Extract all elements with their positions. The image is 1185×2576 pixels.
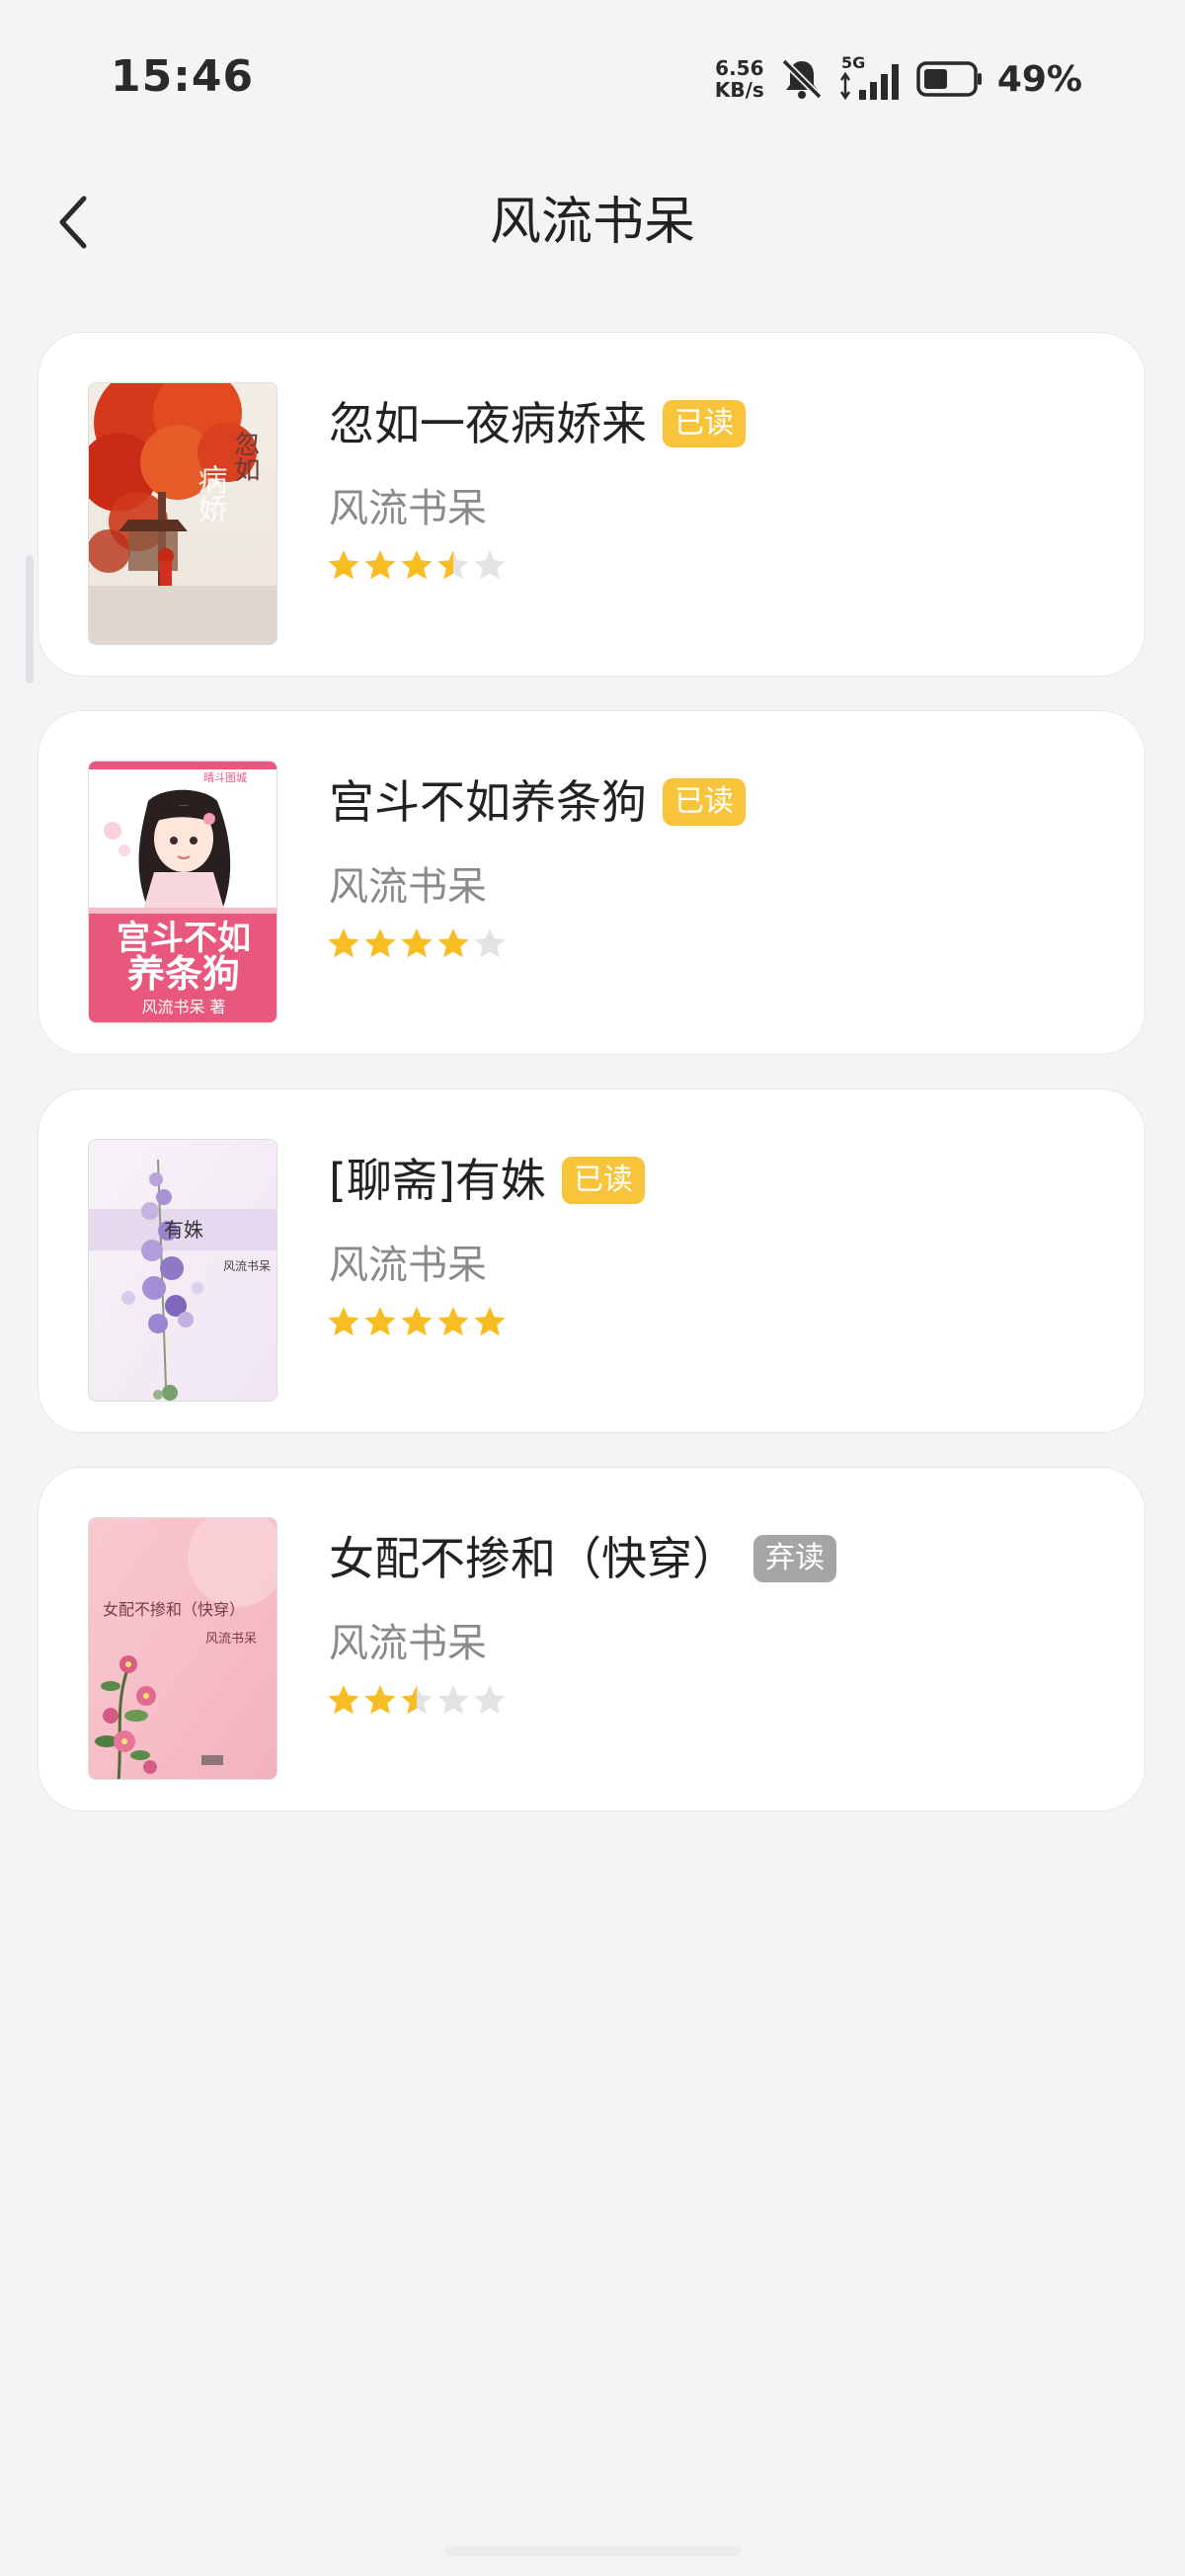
network-type-label: 5G	[841, 54, 865, 72]
book-author: 风流书呆	[329, 1243, 487, 1288]
header: 风流书呆	[0, 168, 1185, 277]
star-filled-icon	[400, 926, 434, 960]
star-filled-icon	[400, 1305, 434, 1338]
book-card[interactable]: 女配不掺和（快穿） 风流书呆 女配不掺和（快穿） 弃读 风流书呆	[38, 1467, 1146, 1811]
star-filled-icon	[327, 1683, 360, 1717]
book-title-row: [聊斋]有姝 已读	[329, 1151, 645, 1210]
cover-author-text: 风流书呆	[205, 1632, 257, 1647]
star-rating	[327, 1305, 507, 1338]
book-author: 风流书呆	[329, 486, 487, 531]
book-card[interactable]: 有姝 风流书呆 [聊斋]有姝 已读 风流书呆	[38, 1088, 1146, 1433]
star-filled-icon	[363, 1305, 397, 1338]
cover-title-text: 有姝	[164, 1218, 203, 1242]
book-cover[interactable]: 忽如 病娇	[88, 382, 277, 645]
star-filled-icon	[327, 926, 360, 960]
star-filled-icon	[327, 548, 360, 582]
book-author: 风流书呆	[329, 1621, 487, 1666]
status-bar: 15:46 6.56 KB/s 5G 49%	[0, 0, 1185, 128]
star-filled-icon	[327, 1305, 360, 1338]
status-badge: 已读	[561, 1157, 645, 1204]
battery-percent: 49%	[996, 58, 1082, 100]
home-indicator	[444, 2546, 741, 2556]
mute-bell-icon	[778, 55, 826, 103]
network-speed-value: 6.56	[715, 56, 764, 80]
book-card[interactable]: 晴斗图城 宫斗不如 养条狗 风流书呆 著 宫斗不如养条狗 已读 风流书呆	[38, 710, 1146, 1055]
cover-title-text: 女配不掺和（快穿）	[103, 1600, 245, 1619]
book-title-row: 女配不掺和（快穿） 弃读	[329, 1529, 836, 1588]
status-time: 15:46	[111, 51, 255, 102]
signal-icon: 5G	[839, 54, 903, 104]
book-title: 宫斗不如养条狗	[329, 775, 647, 829]
network-speed-unit: KB/s	[714, 78, 764, 102]
star-filled-icon	[436, 1305, 470, 1338]
cover-title-text: 病娇	[193, 464, 227, 523]
star-filled-icon	[363, 926, 397, 960]
scroll-indicator	[26, 555, 34, 684]
battery-fill	[923, 69, 947, 89]
status-badge: 已读	[663, 778, 746, 826]
cover-main-text-2: 养条狗	[127, 952, 240, 996]
cover-author-text: 风流书呆 著	[141, 998, 225, 1016]
star-rating	[327, 1683, 507, 1717]
book-cover[interactable]: 晴斗图城 宫斗不如 养条狗 风流书呆 著	[88, 761, 277, 1023]
status-badge: 弃读	[753, 1535, 836, 1582]
star-filled-icon	[363, 548, 397, 582]
book-card[interactable]: 忽如 病娇 忽如一夜病娇来 已读 风流书呆	[38, 332, 1146, 677]
book-title-row: 忽如一夜病娇来 已读	[329, 394, 746, 453]
battery-icon	[916, 61, 984, 97]
star-half-icon	[400, 1683, 434, 1717]
star-rating	[327, 548, 507, 582]
book-title: [聊斋]有姝	[329, 1154, 546, 1207]
book-title-row: 宫斗不如养条狗 已读	[329, 772, 746, 832]
star-rating	[327, 926, 507, 960]
star-empty-icon	[473, 1683, 507, 1717]
status-icons: 6.56 KB/s 5G 49%	[715, 51, 1082, 107]
cover-text: 忽如	[230, 431, 260, 482]
star-filled-icon	[400, 548, 434, 582]
book-cover[interactable]: 有姝 风流书呆	[88, 1139, 277, 1402]
network-speed: 6.56 KB/s	[715, 57, 764, 101]
status-badge: 已读	[663, 400, 746, 447]
book-author: 风流书呆	[329, 864, 487, 910]
star-empty-icon	[473, 926, 507, 960]
page-title: 风流书呆	[489, 193, 695, 252]
cover-top-text: 晴斗图城	[203, 771, 247, 784]
star-filled-icon	[473, 1305, 507, 1338]
book-cover[interactable]: 女配不掺和（快穿） 风流书呆	[88, 1517, 277, 1780]
star-filled-icon	[436, 926, 470, 960]
cover-author-text: 风流书呆	[223, 1259, 271, 1273]
star-filled-icon	[363, 1683, 397, 1717]
book-list: 忽如 病娇 忽如一夜病娇来 已读 风流书呆 晴斗图城 宫斗不如 养条狗 风流书呆…	[38, 332, 1147, 1845]
star-empty-icon	[473, 548, 507, 582]
book-title: 女配不掺和（快穿）	[329, 1532, 738, 1585]
star-empty-icon	[436, 1683, 470, 1717]
star-half-icon	[436, 548, 470, 582]
book-title: 忽如一夜病娇来	[329, 397, 647, 450]
